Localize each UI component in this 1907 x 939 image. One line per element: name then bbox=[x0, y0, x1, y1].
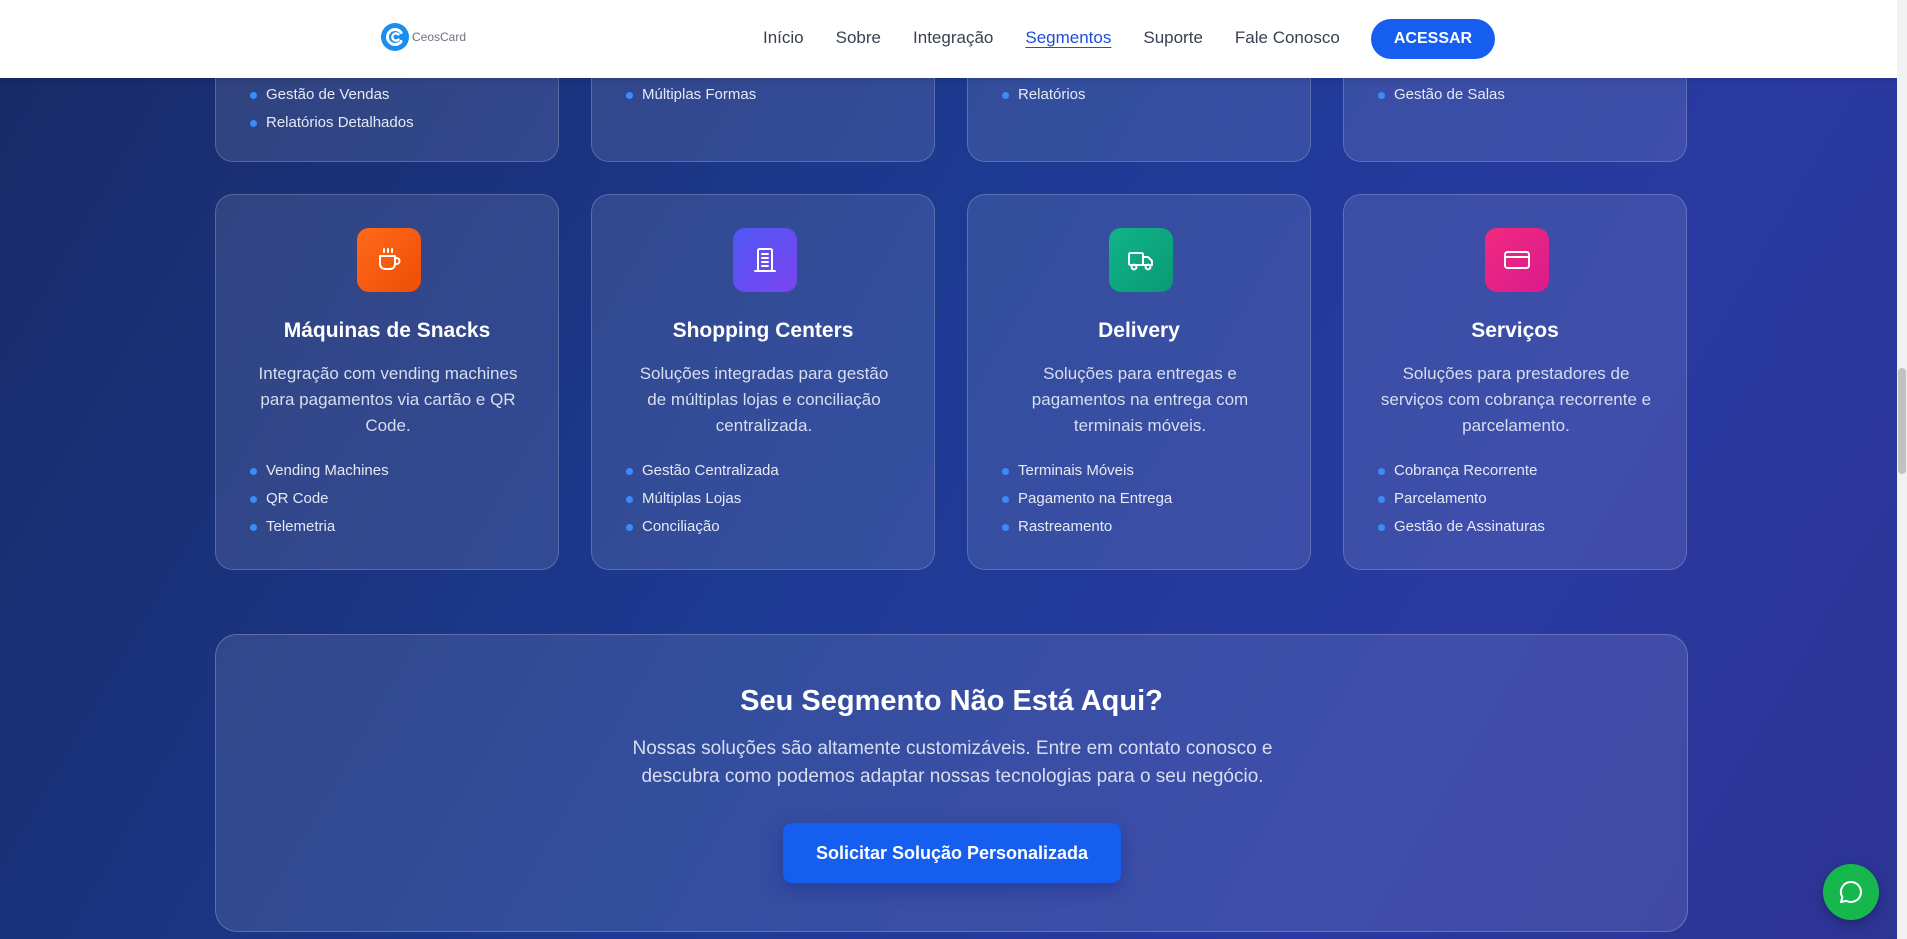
site-header: CeosCard Início Sobre Integração Segment… bbox=[0, 0, 1897, 78]
icon-box bbox=[357, 228, 421, 292]
feature-item: QR Code bbox=[250, 485, 389, 513]
segment-card-servicos: Serviços Soluções para prestadores de se… bbox=[1343, 194, 1687, 570]
card-title: Shopping Centers bbox=[672, 319, 854, 342]
brand-logo[interactable]: CeosCard bbox=[380, 22, 466, 52]
icon-box bbox=[1485, 228, 1549, 292]
feature-item: Rastreamento bbox=[1002, 513, 1172, 541]
feature-item: Gestão Centralizada bbox=[626, 457, 779, 485]
feature-item: Gestão de Vendas bbox=[250, 81, 414, 109]
feature-list: Gestão Centralizada Múltiplas Lojas Conc… bbox=[626, 457, 779, 541]
scrollbar-thumb[interactable] bbox=[1898, 368, 1906, 474]
feature-list: Múltiplas Formas bbox=[626, 81, 756, 109]
main-nav: Início Sobre Integração Segmentos Suport… bbox=[763, 26, 1372, 50]
cta-title: Seu Segmento Não Está Aqui? bbox=[740, 685, 1163, 717]
feature-list: Cobrança Recorrente Parcelamento Gestão … bbox=[1378, 457, 1545, 541]
ceoscard-logo-icon bbox=[381, 23, 409, 51]
card-description: Integração com vending machines para pag… bbox=[258, 364, 518, 435]
card-title: Delivery bbox=[1098, 319, 1180, 342]
feature-item: Relatórios Detalhados bbox=[250, 109, 414, 137]
feature-list: Terminais Móveis Pagamento na Entrega Ra… bbox=[1002, 457, 1172, 541]
card-title: Máquinas de Snacks bbox=[283, 319, 491, 342]
feature-item: Conciliação bbox=[626, 513, 779, 541]
cta-description: Nossas soluções são altamente customizáv… bbox=[632, 738, 1273, 787]
segment-card-delivery: Delivery Soluções para entregas e pagame… bbox=[967, 194, 1311, 570]
nav-integracao[interactable]: Integração bbox=[913, 26, 993, 50]
feature-item: Vending Machines bbox=[250, 457, 389, 485]
nav-inicio[interactable]: Início bbox=[763, 26, 804, 50]
segment-card-shopping: Shopping Centers Soluções integradas par… bbox=[591, 194, 935, 570]
nav-segmentos[interactable]: Segmentos bbox=[1025, 26, 1111, 50]
brand-name: CeosCard bbox=[412, 30, 467, 44]
segment-card-snacks: Máquinas de Snacks Integração com vendin… bbox=[215, 194, 559, 570]
feature-item: Cobrança Recorrente bbox=[1378, 457, 1545, 485]
card-description: Soluções integradas para gestão de múlti… bbox=[639, 364, 889, 435]
nav-sobre[interactable]: Sobre bbox=[836, 26, 881, 50]
feature-item: Terminais Móveis bbox=[1002, 457, 1172, 485]
feature-list: Gestão de Salas bbox=[1378, 81, 1505, 109]
feature-list: Vending Machines QR Code Telemetria bbox=[250, 457, 389, 541]
building-icon bbox=[754, 248, 776, 272]
feature-item: Relatórios bbox=[1002, 81, 1086, 109]
coffee-cup-icon bbox=[379, 248, 401, 270]
card-title: Serviços bbox=[1471, 319, 1559, 342]
truck-icon bbox=[1128, 252, 1153, 271]
custom-solution-cta: Seu Segmento Não Está Aqui? Nossas soluç… bbox=[215, 634, 1688, 932]
request-custom-solution-button[interactable]: Solicitar Solução Personalizada bbox=[783, 823, 1121, 883]
credit-card-icon bbox=[1504, 251, 1530, 269]
feature-item: Pagamento na Entrega bbox=[1002, 485, 1172, 513]
feature-list: Relatórios bbox=[1002, 81, 1086, 109]
chat-bubble-icon bbox=[1839, 880, 1862, 903]
feature-item: Múltiplas Formas bbox=[626, 81, 756, 109]
feature-item: Múltiplas Lojas bbox=[626, 485, 779, 513]
nav-fale-conosco[interactable]: Fale Conosco bbox=[1235, 26, 1340, 50]
chat-button[interactable] bbox=[1823, 864, 1879, 920]
feature-item: Telemetria bbox=[250, 513, 389, 541]
feature-item: Gestão de Assinaturas bbox=[1378, 513, 1545, 541]
feature-list: Gestão de Vendas Relatórios Detalhados bbox=[250, 81, 414, 137]
icon-box bbox=[733, 228, 797, 292]
card-description: Soluções para entregas e pagamentos na e… bbox=[1031, 364, 1249, 435]
icon-box bbox=[1109, 228, 1173, 292]
feature-item: Gestão de Salas bbox=[1378, 81, 1505, 109]
access-button[interactable]: ACESSAR bbox=[1371, 19, 1495, 59]
card-description: Soluções para prestadores de serviços co… bbox=[1380, 364, 1652, 435]
feature-item: Parcelamento bbox=[1378, 485, 1545, 513]
nav-suporte[interactable]: Suporte bbox=[1143, 26, 1203, 50]
